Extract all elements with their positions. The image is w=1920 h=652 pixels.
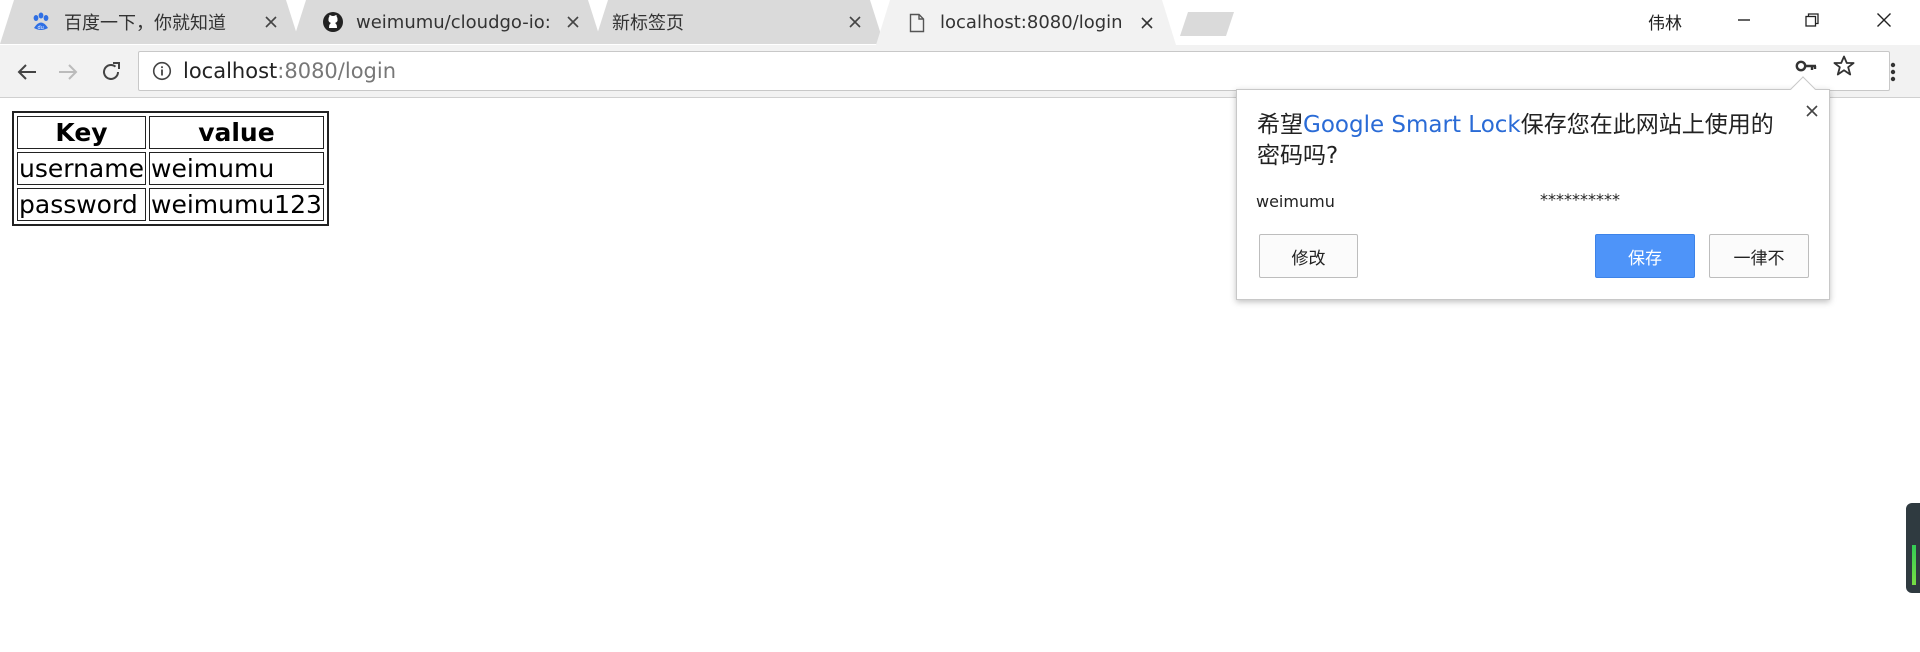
side-panel-widget[interactable]	[1906, 503, 1920, 593]
info-icon[interactable]	[151, 60, 173, 82]
tab-title: 百度一下，你就知道	[64, 13, 226, 34]
table-cell-key: password	[17, 188, 146, 221]
saved-username: weimumu	[1256, 192, 1335, 211]
save-button[interactable]: 保存	[1595, 234, 1695, 278]
bubble-heading: 希望Google Smart Lock保存您在此网站上使用的密码吗?	[1257, 110, 1787, 172]
table-row: username weimumu	[17, 152, 324, 185]
never-button[interactable]: 一律不	[1709, 234, 1809, 278]
tab-strip: du 百度一下，你就知道 weimumu/cloudgo-io: 新标签页 lo…	[0, 0, 1920, 45]
key-icon[interactable]	[1794, 54, 1818, 78]
url-host: localhost	[183, 59, 278, 83]
bookmark-star-icon[interactable]	[1832, 54, 1856, 78]
table-header-row: Key value	[17, 116, 324, 149]
menu-button[interactable]	[1878, 57, 1908, 87]
close-window-button[interactable]	[1850, 0, 1918, 40]
back-button[interactable]	[12, 57, 42, 87]
table-cell-value: weimumu123	[149, 188, 324, 221]
column-header-value: value	[149, 116, 324, 149]
tab-baidu[interactable]: du 百度一下，你就知道	[0, 0, 300, 44]
new-tab-button[interactable]	[1180, 12, 1234, 36]
column-header-key: Key	[17, 116, 146, 149]
saved-password-mask: **********	[1540, 190, 1620, 209]
level-bar	[1912, 545, 1916, 585]
url-path: :8080/login	[277, 59, 397, 83]
profile-name[interactable]: 伟林	[1648, 9, 1682, 34]
save-password-bubble: 希望Google Smart Lock保存您在此网站上使用的密码吗? weimu…	[1236, 89, 1830, 300]
forward-button[interactable]	[53, 57, 83, 87]
close-icon[interactable]	[564, 13, 582, 31]
key-value-table: Key value username weimumu password weim…	[12, 111, 329, 226]
url-text[interactable]: localhost:8080/login	[183, 59, 396, 83]
close-icon[interactable]	[846, 13, 864, 31]
tab-title: weimumu/cloudgo-io:	[356, 11, 551, 33]
edit-button[interactable]: 修改	[1259, 234, 1358, 278]
close-icon[interactable]	[262, 13, 280, 31]
table-cell-value: weimumu	[149, 152, 324, 185]
svg-text:du: du	[38, 25, 44, 31]
github-icon	[322, 11, 344, 33]
heading-prefix: 希望	[1257, 112, 1303, 138]
tab-localhost-login[interactable]: localhost:8080/login	[876, 0, 1176, 45]
tab-newtab[interactable]: 新标签页	[594, 0, 884, 44]
address-bar[interactable]: localhost:8080/login	[138, 51, 1890, 91]
reload-button[interactable]	[96, 57, 126, 87]
smart-lock-link[interactable]: Google Smart Lock	[1303, 112, 1521, 138]
baidu-paw-icon: du	[30, 11, 52, 33]
close-icon[interactable]	[1803, 102, 1821, 120]
table-cell-key: username	[17, 152, 146, 185]
tab-title: localhost:8080/login	[940, 12, 1123, 33]
table-row: password weimumu123	[17, 188, 324, 221]
restore-button[interactable]	[1778, 0, 1846, 40]
tab-github[interactable]: weimumu/cloudgo-io:	[292, 0, 602, 44]
page-icon	[906, 12, 928, 34]
minimize-button[interactable]	[1710, 0, 1778, 40]
tab-title: 新标签页	[612, 13, 684, 34]
close-icon[interactable]	[1138, 14, 1156, 32]
